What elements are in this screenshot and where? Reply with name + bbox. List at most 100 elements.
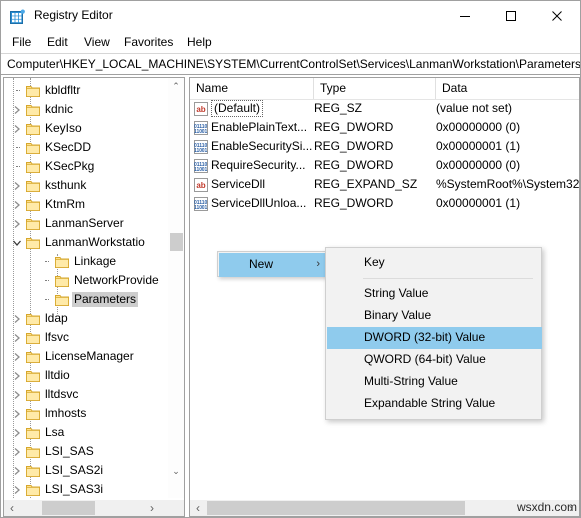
tree-horizontal-scrollbar[interactable]: ‹ ›: [4, 500, 184, 516]
new-submenu: Key String Value Binary Value DWORD (32-bit…: [325, 247, 542, 420]
tree-item-linkage[interactable]: Linkage: [4, 252, 168, 271]
chevron-right-icon[interactable]: [10, 309, 24, 328]
folder-icon: [26, 237, 40, 249]
tree-scroll-thumb[interactable]: [170, 233, 183, 251]
tree-item-label: LSI_SAS3i: [45, 482, 104, 496]
maximize-button[interactable]: [488, 1, 534, 31]
tree-item-label: LicenseManager: [45, 349, 134, 363]
registry-editor-window: Registry Editor File Edit View Favorites…: [0, 0, 581, 518]
folder-icon: [26, 313, 40, 325]
tree-item-lanmanserver[interactable]: LanmanServer: [4, 214, 168, 233]
menu-file[interactable]: File: [5, 33, 38, 51]
menu-item-label: String Value: [364, 286, 429, 300]
tree-item-ksecpkg[interactable]: KSecPkg: [4, 157, 168, 176]
chevron-right-icon[interactable]: [10, 480, 24, 498]
tree-item-kdnic[interactable]: kdnic: [4, 100, 168, 119]
chevron-right-icon[interactable]: [10, 176, 24, 195]
table-row[interactable]: 011 110 10 01 EnablePlainText... REG_DWORD 0x0…: [190, 118, 579, 137]
minimize-button[interactable]: [442, 1, 488, 31]
scroll-down-icon[interactable]: ⌄: [168, 463, 184, 480]
chevron-right-icon[interactable]: [10, 119, 24, 138]
chevron-right-icon[interactable]: [10, 347, 24, 366]
tree-item-lsi-sas[interactable]: LSI_SAS: [4, 442, 168, 461]
table-row[interactable]: ab (Default) REG_SZ (value not set): [190, 99, 579, 118]
tree-item-ksthunk[interactable]: ksthunk: [4, 176, 168, 195]
menu-view[interactable]: View: [77, 33, 117, 51]
tree-item-lmhosts[interactable]: lmhosts: [4, 404, 168, 423]
tree-item-lsa[interactable]: Lsa: [4, 423, 168, 442]
menu-item-binary-value[interactable]: Binary Value: [327, 305, 542, 327]
tree-item-ktmrm[interactable]: KtmRm: [4, 195, 168, 214]
chevron-right-icon[interactable]: [10, 442, 24, 461]
close-button[interactable]: [534, 1, 580, 31]
menu-help[interactable]: Help: [180, 33, 219, 51]
svg-text:ab: ab: [196, 181, 205, 190]
scroll-right-icon[interactable]: ›: [144, 500, 160, 516]
column-header-name[interactable]: Name: [190, 78, 314, 99]
value-type-cell: REG_DWORD: [314, 196, 394, 210]
tree-item-lanmanworkstatio[interactable]: LanmanWorkstatio: [4, 233, 168, 252]
string-value-icon: ab: [194, 178, 208, 192]
tree-item-networkprovide[interactable]: NetworkProvide: [4, 271, 168, 290]
tree-item-lfsvc[interactable]: lfsvc: [4, 328, 168, 347]
folder-icon: [26, 218, 40, 230]
table-row[interactable]: 011 110 10 01 RequireSecurity... REG_DWORD 0x0…: [190, 156, 579, 175]
tree-item-label: kbldfltr: [45, 83, 81, 97]
tree-item-ldap[interactable]: ldap: [4, 309, 168, 328]
chevron-down-icon[interactable]: [10, 233, 24, 252]
dword-value-icon: 011 110 10 01: [194, 159, 208, 173]
chevron-right-icon[interactable]: [10, 461, 24, 480]
menu-item-multi-string-value[interactable]: Multi-String Value: [327, 371, 542, 393]
tree-item-lsi-sas2i[interactable]: LSI_SAS2i: [4, 461, 168, 480]
tree-item-licensemanager[interactable]: LicenseManager: [4, 347, 168, 366]
tree-item-keyiso[interactable]: KeyIso: [4, 119, 168, 138]
tree-item-lsi-sas3i[interactable]: LSI_SAS3i: [4, 480, 168, 498]
dword-value-icon: 011 110 10 01: [194, 121, 208, 135]
svg-text:ab: ab: [196, 105, 205, 114]
chevron-right-icon[interactable]: [10, 404, 24, 423]
menu-item-key[interactable]: Key: [327, 252, 542, 274]
svg-text:01: 01: [202, 148, 208, 154]
tree-vertical-scrollbar[interactable]: ⌃ ⌄: [167, 78, 184, 498]
tree-item-ksecdd[interactable]: KSecDD: [4, 138, 168, 157]
scroll-up-icon[interactable]: ⌃: [168, 78, 184, 95]
registry-tree-pane: kbldfltr kdnic KeyIso KSecDD KSecPkg ksthunk K…: [3, 77, 185, 517]
tree-item-kbldfltr[interactable]: kbldfltr: [4, 81, 168, 100]
tree-item-lltdio[interactable]: lltdio: [4, 366, 168, 385]
chevron-right-icon[interactable]: [10, 328, 24, 347]
table-row[interactable]: ab ServiceDll REG_EXPAND_SZ %SystemRoot%\Sy…: [190, 175, 579, 194]
column-header-type[interactable]: Type: [314, 78, 436, 99]
tree-hscroll-thumb[interactable]: [42, 501, 95, 515]
menu-item-dword-32-bit-value[interactable]: DWORD (32-bit) Value: [327, 327, 542, 349]
menu-item-qword-64-bit-value[interactable]: QWORD (64-bit) Value: [327, 349, 542, 371]
tree-connector: [10, 81, 24, 100]
registry-tree[interactable]: kbldfltr kdnic KeyIso KSecDD KSecPkg ksthunk K…: [4, 78, 168, 498]
menu-favorites[interactable]: Favorites: [117, 33, 180, 51]
chevron-right-icon[interactable]: [10, 385, 24, 404]
tree-item-label: Parameters: [72, 292, 139, 307]
list-hscroll-thumb[interactable]: [207, 501, 465, 515]
chevron-right-icon[interactable]: [10, 195, 24, 214]
chevron-right-icon[interactable]: [10, 423, 24, 442]
menu-edit[interactable]: Edit: [40, 33, 75, 51]
folder-icon: [26, 180, 40, 192]
list-scroll-left-icon[interactable]: ‹: [190, 500, 206, 516]
chevron-right-icon[interactable]: [10, 214, 24, 233]
registry-values-list[interactable]: ab (Default) REG_SZ (value not set) 011 110 10…: [190, 99, 579, 213]
folder-icon: [26, 351, 40, 363]
context-menu-item-new[interactable]: New ›: [219, 253, 329, 277]
tree-item-lltdsvc[interactable]: lltdsvc: [4, 385, 168, 404]
scroll-left-icon[interactable]: ‹: [4, 500, 20, 516]
tree-item-label: KtmRm: [45, 197, 85, 211]
column-header-data[interactable]: Data: [436, 78, 579, 99]
menu-item-string-value[interactable]: String Value: [327, 283, 542, 305]
table-row[interactable]: 011 110 10 01 ServiceDllUnloa... REG_DWORD 0x0…: [190, 194, 579, 213]
menu-item-label: Multi-String Value: [364, 374, 458, 388]
address-bar[interactable]: Computer\HKEY_LOCAL_MACHINE\SYSTEM\Curre…: [1, 53, 580, 75]
chevron-right-icon[interactable]: [10, 100, 24, 119]
chevron-right-icon[interactable]: [10, 366, 24, 385]
tree-item-parameters[interactable]: Parameters: [4, 290, 168, 309]
table-row[interactable]: 011 110 10 01 EnableSecuritySi... REG_DWORD 0x…: [190, 137, 579, 156]
menu-item-expandable-string-value[interactable]: Expandable String Value: [327, 393, 542, 415]
tree-item-label: lfsvc: [45, 330, 69, 344]
